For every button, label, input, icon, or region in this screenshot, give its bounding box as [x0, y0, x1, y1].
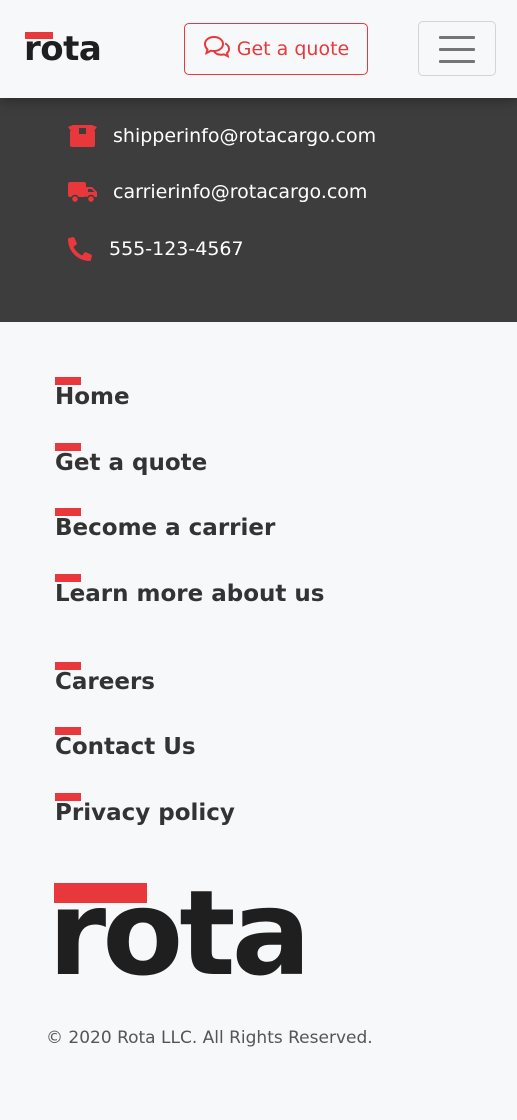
- footer-link-home[interactable]: Home: [55, 377, 130, 410]
- truck-icon: [68, 180, 98, 204]
- footer-link-contact-us[interactable]: Contact Us: [55, 727, 196, 760]
- footer-link-learn-more[interactable]: Learn more about us: [55, 574, 325, 607]
- shipper-email-text: shipperinfo@rotacargo.com: [113, 125, 377, 147]
- phone-text: 555-123-4567: [109, 238, 244, 260]
- footer-link-label: Get a quote: [55, 450, 208, 476]
- top-navbar: rota Get a quote: [0, 0, 517, 98]
- hamburger-line: [439, 60, 475, 63]
- carrier-email-row[interactable]: carrierinfo@rotacargo.com: [68, 180, 367, 204]
- footer-link-label: Careers: [55, 669, 155, 695]
- hamburger-line: [439, 48, 475, 51]
- box-icon: [68, 124, 98, 148]
- carrier-email-text: carrierinfo@rotacargo.com: [113, 181, 368, 203]
- footer-link-label: Home: [55, 384, 130, 410]
- footer-link-label: Learn more about us: [55, 581, 325, 607]
- footer-link-label: Privacy policy: [55, 800, 235, 826]
- footer-rota-logo: rota: [48, 868, 354, 1013]
- footer-link-privacy-policy[interactable]: Privacy policy: [55, 793, 235, 826]
- contact-panel: shipperinfo@rotacargo.com carrierinfo@ro…: [0, 98, 517, 322]
- footer-logo-text: rota: [48, 864, 311, 1002]
- footer-link-get-a-quote[interactable]: Get a quote: [55, 443, 208, 476]
- shipper-email-row[interactable]: shipperinfo@rotacargo.com: [68, 124, 376, 148]
- logo-text: rota: [24, 29, 102, 69]
- footer-link-label: Become a carrier: [55, 515, 276, 541]
- get-a-quote-label: Get a quote: [236, 38, 350, 60]
- footer-link-label: Contact Us: [55, 734, 196, 760]
- footer-link-become-a-carrier[interactable]: Become a carrier: [55, 508, 276, 541]
- hamburger-menu-icon: [439, 36, 475, 39]
- copyright-text: © 2020 Rota LLC. All Rights Reserved.: [46, 1028, 373, 1048]
- phone-icon: [68, 237, 94, 261]
- phone-row[interactable]: 555-123-4567: [68, 237, 244, 261]
- footer-link-careers[interactable]: Careers: [55, 662, 155, 695]
- rota-logo[interactable]: rota: [24, 29, 111, 72]
- comments-icon: [203, 35, 231, 64]
- get-a-quote-button[interactable]: Get a quote: [184, 23, 368, 75]
- menu-toggle-button[interactable]: [418, 21, 496, 76]
